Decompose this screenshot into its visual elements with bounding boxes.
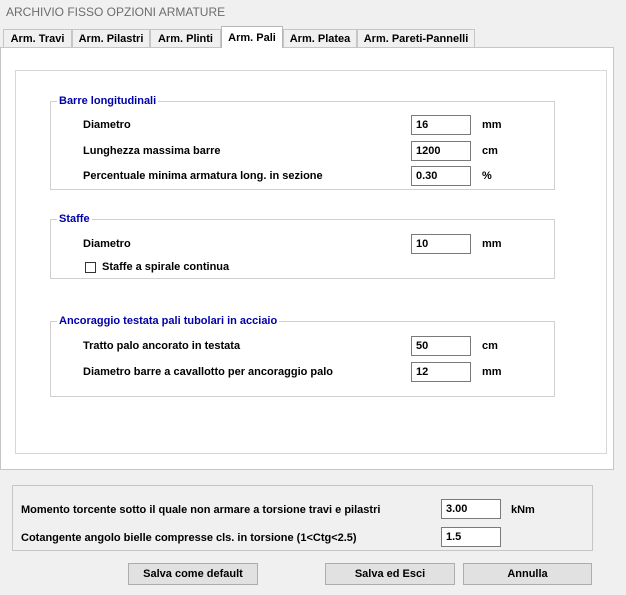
tab-arm-platea[interactable]: Arm. Platea (283, 29, 357, 47)
group-barre-longitudinali: Barre longitudinali Diametro mm Lunghezz… (50, 94, 555, 190)
unit-lunghezza-barre: cm (482, 145, 498, 157)
unit-diametro-barre: mm (482, 119, 502, 131)
diametro-barre-field[interactable] (411, 115, 471, 135)
label-cotangente: Cotangente angolo bielle compresse cls. … (21, 532, 357, 544)
tab-arm-travi[interactable]: Arm. Travi (3, 29, 72, 47)
percentuale-armatura-field[interactable] (411, 166, 471, 186)
unit-percentuale-armatura: % (482, 170, 492, 182)
torsione-options-box: Momento torcente sotto il quale non arma… (12, 485, 593, 551)
label-diametro-barre: Diametro (83, 119, 131, 131)
momento-torcente-field[interactable] (441, 499, 501, 519)
unit-diametro-staffe: mm (482, 238, 502, 250)
label-diametro-staffe: Diametro (83, 238, 131, 250)
label-momento-torcente: Momento torcente sotto il quale non arma… (21, 504, 381, 516)
window-title: ARCHIVIO FISSO OPZIONI ARMATURE (6, 5, 226, 19)
label-tratto-palo: Tratto palo ancorato in testata (83, 340, 241, 352)
tab-arm-pareti-pannelli[interactable]: Arm. Pareti-Pannelli (357, 29, 475, 47)
group-title-staffe: Staffe (57, 212, 92, 226)
diametro-cavallotto-field[interactable] (411, 362, 471, 382)
label-percentuale-armatura: Percentuale minima armatura long. in sez… (83, 170, 323, 182)
unit-tratto-palo: cm (482, 340, 498, 352)
group-staffe: Staffe Diametro mm Staffe a spirale cont… (50, 212, 555, 279)
diametro-staffe-field[interactable] (411, 234, 471, 254)
salva-ed-esci-button[interactable]: Salva ed Esci (325, 563, 455, 585)
options-frame: Barre longitudinali Diametro mm Lunghezz… (15, 70, 607, 454)
staffe-spirale-checkbox[interactable] (85, 262, 96, 273)
group-title-ancoraggio: Ancoraggio testata pali tubolari in acci… (57, 314, 280, 328)
label-diametro-cavallotto: Diametro barre a cavallotto per ancoragg… (83, 366, 334, 378)
salva-come-default-button[interactable]: Salva come default (128, 563, 258, 585)
group-title-barre-longitudinali: Barre longitudinali (57, 94, 159, 108)
unit-momento-torcente: kNm (511, 504, 535, 516)
tab-arm-pali[interactable]: Arm. Pali (221, 26, 283, 48)
cotangente-field[interactable] (441, 527, 501, 547)
tab-arm-pilastri[interactable]: Arm. Pilastri (72, 29, 150, 47)
tratto-palo-field[interactable] (411, 336, 471, 356)
annulla-button[interactable]: Annulla (463, 563, 592, 585)
unit-diametro-cavallotto: mm (482, 366, 502, 378)
label-lunghezza-barre: Lunghezza massima barre (83, 145, 221, 157)
label-staffe-spirale: Staffe a spirale continua (102, 261, 230, 273)
tab-panel-arm-pali: Barre longitudinali Diametro mm Lunghezz… (0, 47, 614, 470)
group-ancoraggio-testata: Ancoraggio testata pali tubolari in acci… (50, 314, 555, 397)
tab-arm-plinti[interactable]: Arm. Plinti (150, 29, 221, 47)
lunghezza-barre-field[interactable] (411, 141, 471, 161)
